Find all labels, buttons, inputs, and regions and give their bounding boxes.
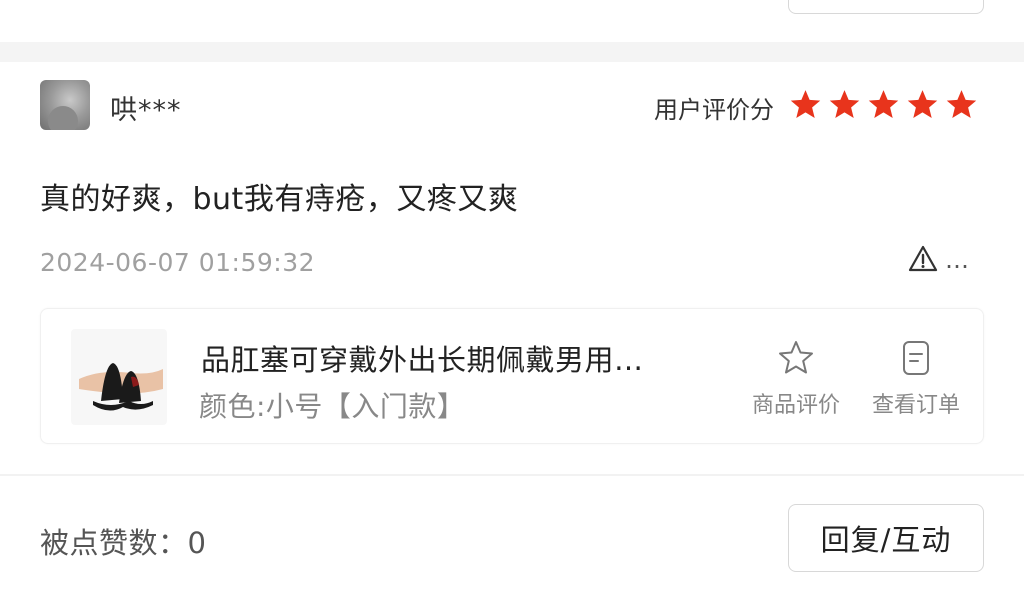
divider — [0, 474, 1024, 476]
review-card: 哄*** 用户评价分 真的好爽，but我有痔疮，又疼又爽 2024-06-07 … — [0, 62, 1024, 597]
avatar[interactable] — [40, 80, 90, 130]
product-review-button[interactable]: 商品评价 — [741, 339, 851, 419]
view-order-label: 查看订单 — [871, 393, 960, 418]
previous-review-card — [0, 0, 1024, 42]
product-variant: 颜色:小号【入门款】 — [199, 390, 466, 423]
star-icon — [946, 90, 977, 118]
rating-label: 用户评价分 — [654, 96, 774, 124]
product-review-label: 商品评价 — [751, 393, 840, 418]
likes-count: 被点赞数：0 — [40, 520, 206, 562]
product-thumbnail[interactable] — [71, 329, 167, 425]
star-outline-icon — [779, 341, 813, 374]
previous-reply-button[interactable] — [788, 0, 984, 14]
star-icon — [790, 90, 821, 118]
warning-triangle-icon[interactable] — [908, 244, 938, 274]
product-card[interactable]: 品肛塞可穿戴外出长期佩戴男用… 颜色:小号【入门款】 商品评价 查看订单 — [40, 308, 984, 444]
username: 哄*** — [110, 95, 182, 126]
reply-interact-button[interactable]: 回复/互动 — [788, 504, 984, 572]
likes-value: 0 — [187, 526, 207, 560]
star-icon — [907, 90, 938, 118]
document-icon — [903, 341, 929, 375]
product-image — [79, 363, 163, 411]
review-text: 真的好爽，but我有痔疮，又疼又爽 — [40, 182, 519, 217]
view-order-button[interactable]: 查看订单 — [861, 339, 971, 419]
rating-stars — [789, 88, 978, 121]
star-icon — [868, 90, 899, 118]
review-timestamp: 2024-06-07 01:59:32 — [40, 248, 316, 277]
likes-label: 被点赞数： — [40, 526, 188, 560]
section-separator — [0, 42, 1024, 62]
more-dots-icon[interactable]: … — [945, 246, 970, 274]
star-icon — [829, 90, 860, 118]
product-title[interactable]: 品肛塞可穿戴外出长期佩戴男用… — [201, 337, 731, 379]
